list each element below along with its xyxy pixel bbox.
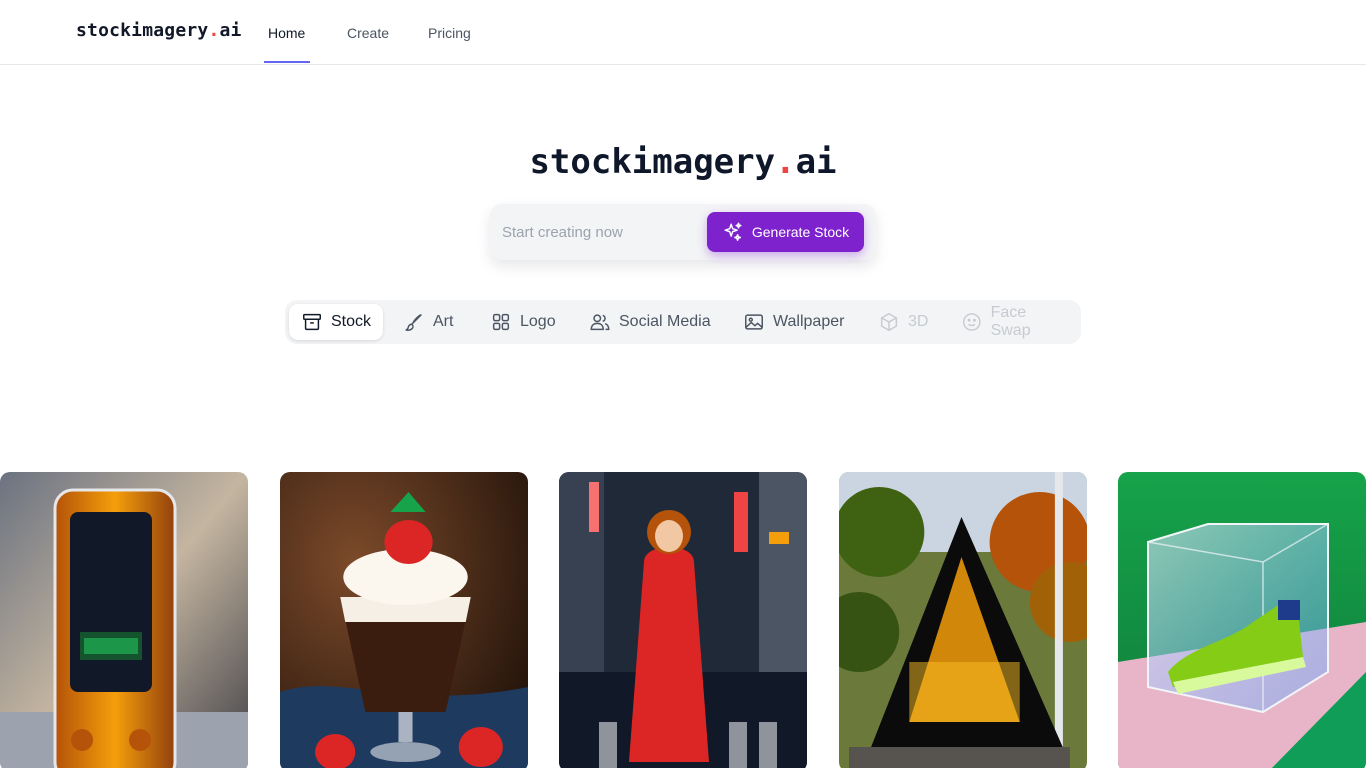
tab-social-media[interactable]: Social Media [577, 304, 723, 340]
tab-face-swap-label: Face Swap [990, 304, 1031, 339]
paintbrush-icon [405, 313, 422, 331]
gallery-image-sneaker[interactable] [1118, 472, 1366, 768]
tab-logo-label: Logo [520, 313, 556, 330]
tab-art[interactable]: Art [391, 304, 465, 340]
top-navbar: stockimagery.ai Home Create Pricing [0, 0, 1366, 65]
gallery-image-sundae[interactable] [280, 472, 528, 768]
prompt-input[interactable] [502, 214, 702, 250]
sneaker-image [1118, 472, 1366, 768]
archive-box-icon [303, 313, 321, 331]
tab-face-swap: Face Swap [949, 304, 1081, 340]
tab-3d: 3D [866, 304, 940, 340]
brand-name: stockimagery [76, 20, 209, 41]
hero-title-name: stockimagery [529, 142, 776, 182]
nav-pricing-link[interactable]: Pricing [428, 25, 471, 41]
cube-icon [880, 312, 898, 332]
category-tabs: Stock Art Logo Social Media Wallpaper 3D… [285, 300, 1081, 344]
image-icon [745, 314, 763, 330]
sundae-image [280, 472, 528, 768]
brand-tld: ai [219, 20, 242, 41]
gallery-image-cabin[interactable] [839, 472, 1087, 768]
tab-wallpaper-label: Wallpaper [773, 313, 845, 330]
tab-wallpaper[interactable]: Wallpaper [731, 304, 856, 340]
gallery-image-street[interactable] [559, 472, 807, 768]
tab-art-label: Art [433, 313, 454, 330]
gallery-image-phone[interactable] [0, 472, 248, 768]
tab-logo[interactable]: Logo [478, 304, 568, 340]
nav-create-link[interactable]: Create [347, 25, 389, 41]
tab-social-media-label: Social Media [619, 313, 711, 330]
grid-icon [492, 313, 510, 331]
users-icon [590, 314, 610, 331]
brand-logo[interactable]: stockimagery.ai [76, 20, 242, 41]
tab-stock-label: Stock [331, 313, 372, 330]
tab-stock[interactable]: Stock [289, 304, 384, 340]
phone-image [0, 472, 248, 768]
street-image [559, 472, 807, 768]
nav-home-link[interactable]: Home [268, 25, 305, 41]
brand-dot: . [208, 20, 220, 41]
hero-title: stockimagery.ai [0, 142, 1366, 182]
hero-title-tld: ai [795, 142, 837, 182]
generate-stock-button[interactable]: Generate Stock [707, 212, 864, 252]
cabin-image [839, 472, 1087, 768]
sparkles-icon [724, 222, 742, 241]
generate-stock-label: Generate Stock [751, 224, 850, 240]
tab-3d-label: 3D [908, 313, 929, 330]
prompt-box: Generate Stock [490, 204, 876, 260]
hero-title-dot: . [775, 142, 796, 182]
active-tab-indicator [264, 61, 310, 63]
smiley-icon [962, 313, 981, 331]
